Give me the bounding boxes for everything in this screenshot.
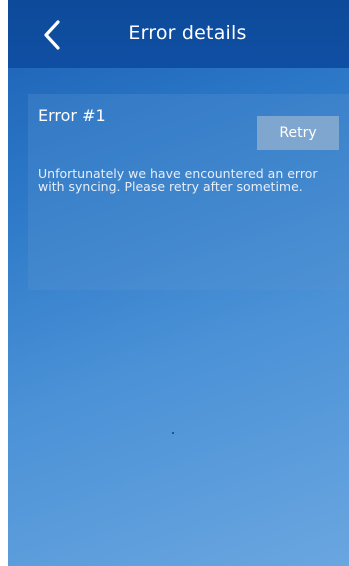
background-dot [172,432,174,434]
retry-button[interactable]: Retry [257,116,339,150]
error-card: Error #1 Retry Unfortunately we have enc… [28,94,349,290]
error-title: Error #1 [38,106,106,125]
page-title: Error details [128,22,247,44]
app-screen: Error details Error #1 Retry Unfortunate… [8,0,349,566]
navigation-bar: Error details [8,0,349,68]
error-message: Unfortunately we have encountered an err… [38,166,318,194]
